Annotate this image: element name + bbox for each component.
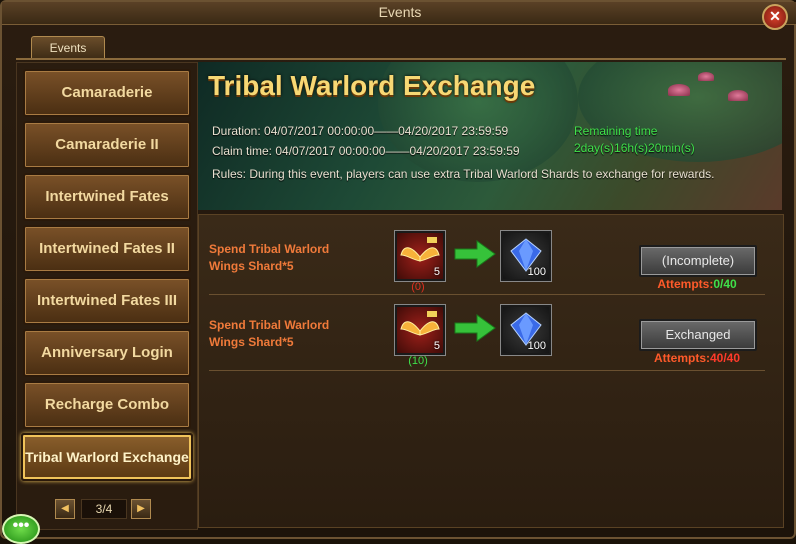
exchange-description: Spend Tribal Warlord Wings Shard*5 bbox=[209, 242, 330, 273]
exchange-button[interactable]: Exchanged bbox=[639, 319, 757, 351]
sidebar-item-recharge-combo[interactable]: Recharge Combo bbox=[23, 381, 191, 429]
attempts-counter: Attempts:0/40 bbox=[639, 277, 755, 291]
event-title: Tribal Warlord Exchange bbox=[208, 70, 536, 101]
diamond-icon[interactable]: 100 bbox=[501, 231, 551, 281]
event-duration: Duration: 04/07/2017 00:00:00——04/20/201… bbox=[212, 124, 509, 138]
event-rules: Rules: During this event, players can us… bbox=[212, 167, 715, 181]
reward-count: 100 bbox=[527, 266, 546, 278]
mushroom-decoration bbox=[728, 90, 748, 101]
window-title: Events bbox=[378, 4, 422, 20]
event-claim-time: Claim time: 04/07/2017 00:00:00——04/20/2… bbox=[212, 144, 520, 158]
sidebar-item-camaraderie-ii[interactable]: Camaraderie II bbox=[23, 121, 191, 169]
chat-bubble-icon[interactable]: ••• bbox=[2, 514, 40, 544]
remaining-time-label: Remaining time bbox=[574, 124, 658, 138]
exchange-row: Spend Tribal Warlord Wings Shard*5 5 (0)… bbox=[199, 221, 783, 295]
tab-events[interactable]: Events bbox=[31, 36, 105, 59]
window-titlebar: Events bbox=[2, 2, 796, 25]
page-indicator: 3/4 bbox=[81, 499, 127, 519]
remaining-time-value: 2day(s)16h(s)20min(s) bbox=[574, 141, 695, 155]
sidebar-item-camaraderie[interactable]: Camaraderie bbox=[23, 69, 191, 117]
wings-shard-icon[interactable]: 5 bbox=[395, 305, 445, 355]
owned-count: (0) bbox=[411, 281, 425, 293]
mushroom-decoration bbox=[698, 72, 714, 81]
tab-divider bbox=[16, 58, 786, 60]
attempts-label: Attempts: bbox=[653, 351, 710, 365]
sidebar-item-intertwined-fates-iii[interactable]: Intertwined Fates III bbox=[23, 277, 191, 325]
owned-count: (10) bbox=[408, 355, 428, 367]
exchange-description: Spend Tribal Warlord Wings Shard*5 bbox=[209, 318, 330, 349]
exchange-button[interactable]: (Incomplete) bbox=[639, 245, 757, 277]
reward-count: 100 bbox=[527, 340, 546, 352]
row-divider bbox=[209, 294, 765, 295]
event-sidebar: Camaraderie Camaraderie II Intertwined F… bbox=[16, 62, 198, 530]
wings-shard-icon[interactable]: 5 bbox=[395, 231, 445, 281]
exchange-row: Spend Tribal Warlord Wings Shard*5 5 (10… bbox=[199, 297, 783, 371]
events-window: Events ✕ Events Camaraderie Camaraderie … bbox=[0, 0, 796, 544]
cost-count: 5 bbox=[433, 266, 440, 278]
arrow-right-icon bbox=[454, 240, 496, 268]
event-banner: Tribal Warlord Exchange Duration: 04/07/… bbox=[198, 62, 782, 210]
close-icon[interactable]: ✕ bbox=[762, 4, 788, 30]
attempts-value: 40/40 bbox=[709, 351, 741, 365]
sidebar-item-anniversary-login[interactable]: Anniversary Login bbox=[23, 329, 191, 377]
attempts-value: 0/40 bbox=[713, 277, 737, 291]
attempts-counter: Attempts:40/40 bbox=[639, 351, 755, 365]
sidebar-item-intertwined-fates-ii[interactable]: Intertwined Fates II bbox=[23, 225, 191, 273]
sidebar-item-tribal-warlord-exchange[interactable]: Tribal Warlord Exchange bbox=[21, 433, 193, 481]
cost-count: 5 bbox=[433, 340, 440, 352]
arrow-right-icon bbox=[454, 314, 496, 342]
mushroom-decoration bbox=[668, 84, 690, 96]
sidebar-item-intertwined-fates[interactable]: Intertwined Fates bbox=[23, 173, 191, 221]
arrow-left-icon[interactable]: ◀ bbox=[55, 499, 75, 519]
row-divider bbox=[209, 370, 765, 371]
exchange-list: Spend Tribal Warlord Wings Shard*5 5 (0)… bbox=[198, 214, 784, 528]
attempts-label: Attempts: bbox=[657, 277, 714, 291]
diamond-icon[interactable]: 100 bbox=[501, 305, 551, 355]
arrow-right-icon[interactable]: ▶ bbox=[131, 499, 151, 519]
